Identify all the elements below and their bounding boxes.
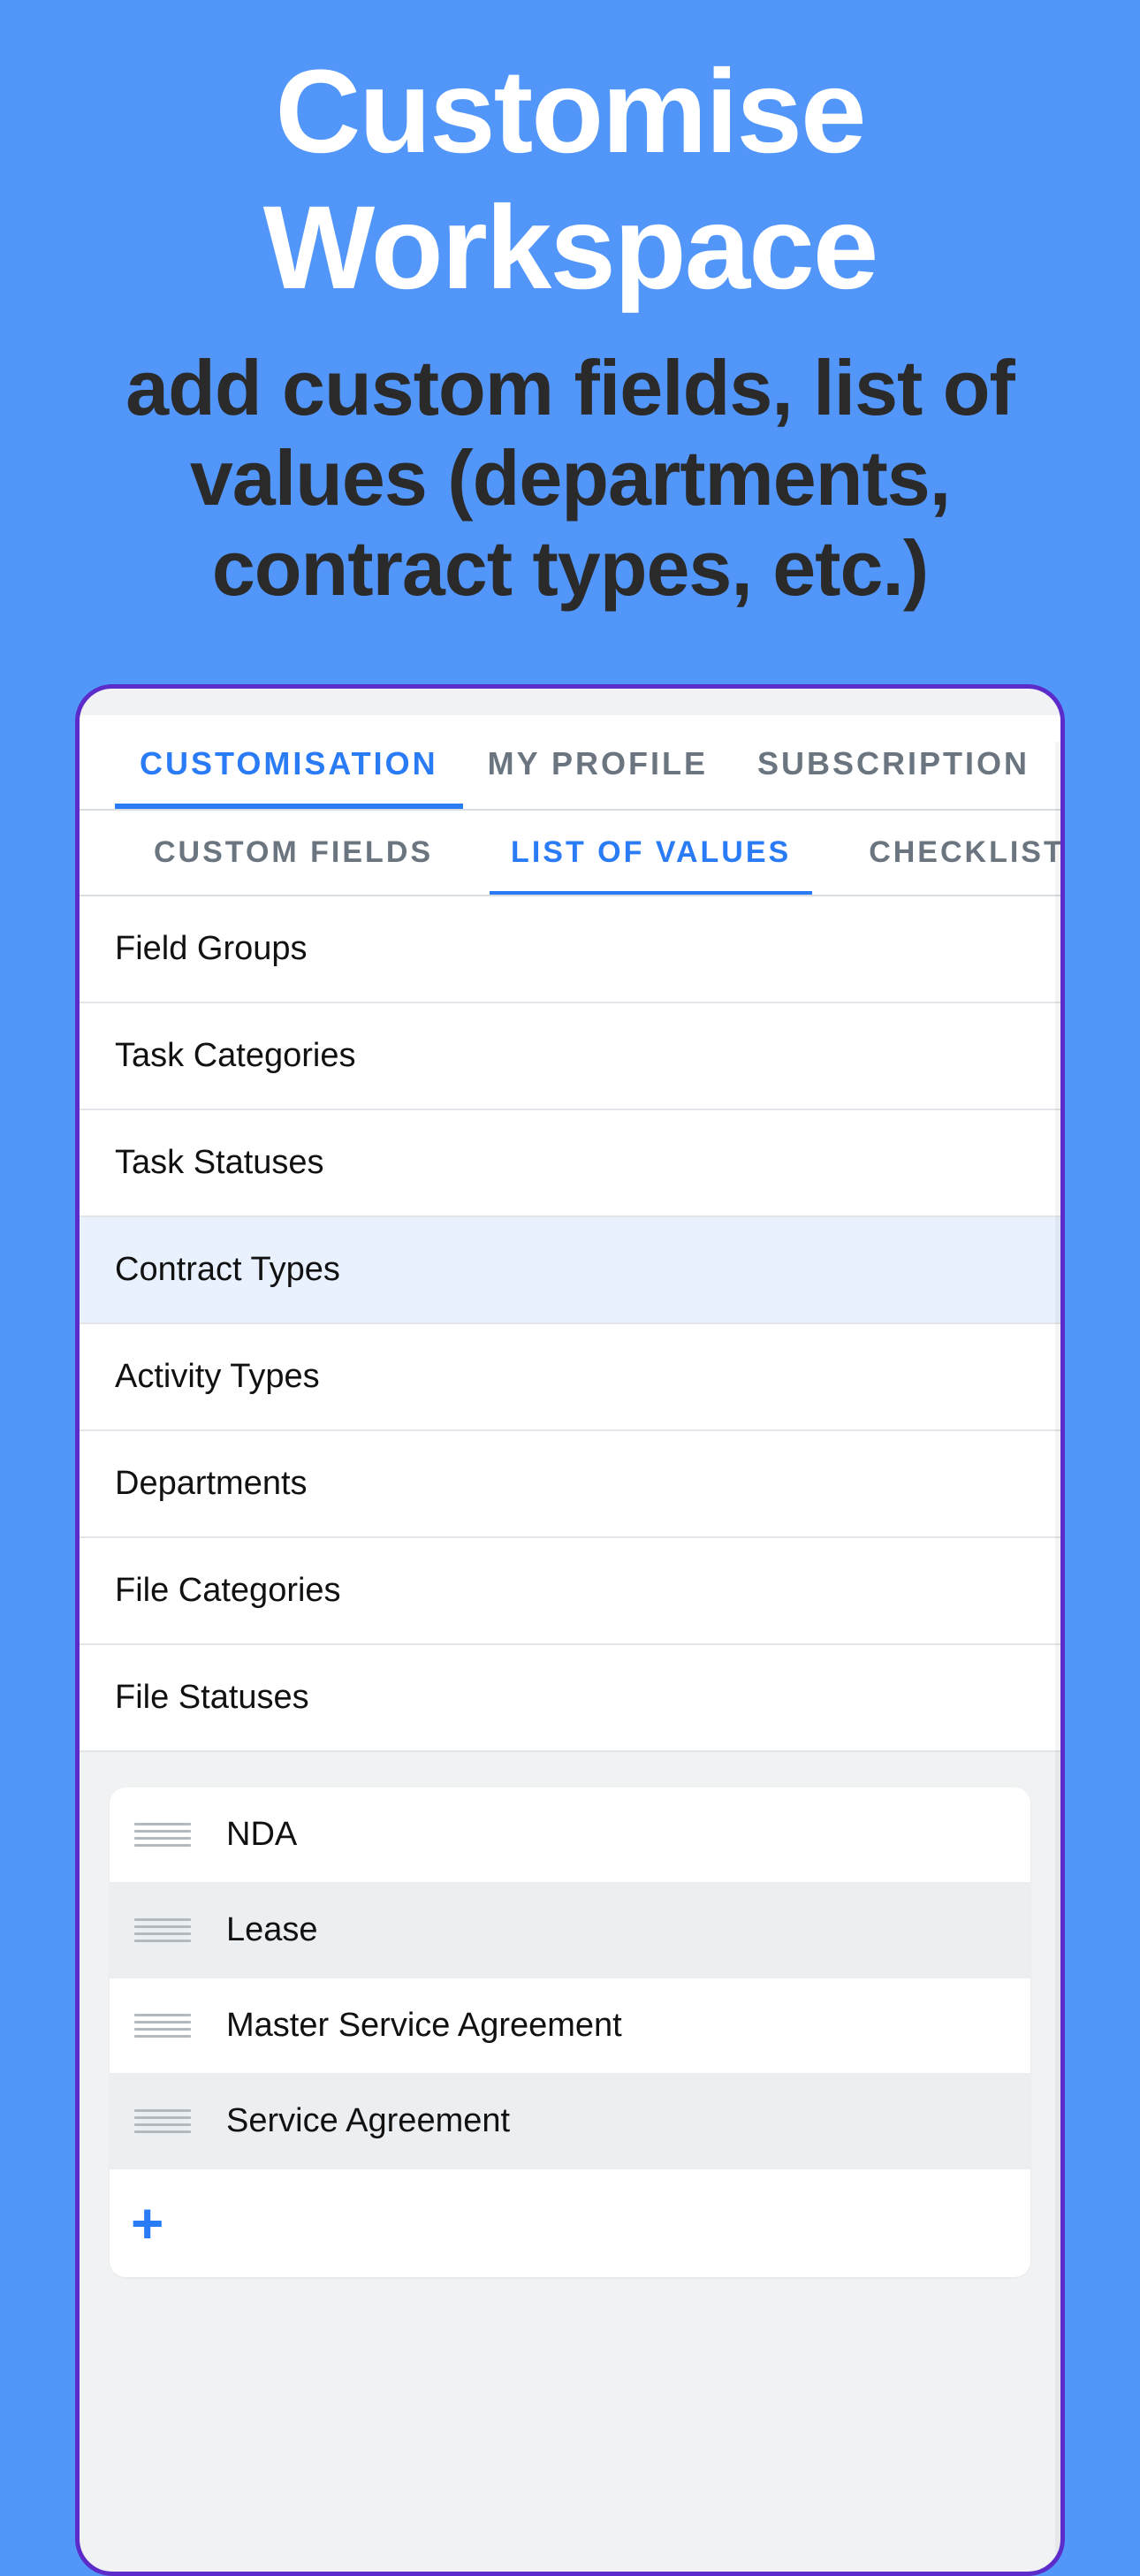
values-card: NDA Lease Master Service Agreement Servi…	[110, 1787, 1030, 2277]
drag-handle-icon[interactable]	[134, 2014, 191, 2038]
list-item-contract-types[interactable]: Contract Types	[80, 1217, 1060, 1324]
value-label: Service Agreement	[226, 2102, 510, 2140]
value-label: NDA	[226, 1816, 297, 1854]
category-list: Field Groups Task Categories Task Status…	[80, 896, 1060, 1752]
tab-my-profile[interactable]: MY PROFILE	[463, 715, 733, 809]
list-item-file-statuses[interactable]: File Statuses	[80, 1645, 1060, 1752]
value-label: Master Service Agreement	[226, 2007, 622, 2045]
drag-handle-icon[interactable]	[134, 1918, 191, 1942]
list-item-field-groups[interactable]: Field Groups	[80, 896, 1060, 1003]
list-item-file-categories[interactable]: File Categories	[80, 1538, 1060, 1645]
add-value-button[interactable]: +	[110, 2169, 1030, 2277]
value-row[interactable]: Master Service Agreement	[110, 1978, 1030, 2074]
device-frame: CUSTOMISATION MY PROFILE SUBSCRIPTION CU…	[75, 684, 1065, 2576]
list-item-label: Task Categories	[115, 1037, 355, 1074]
value-row[interactable]: Service Agreement	[110, 2074, 1030, 2169]
tab-checklist[interactable]: CHECKLIST	[830, 811, 1060, 895]
value-row[interactable]: Lease	[110, 1883, 1030, 1978]
list-item-activity-types[interactable]: Activity Types	[80, 1324, 1060, 1431]
plus-icon: +	[131, 2191, 163, 2255]
tab-customisation[interactable]: CUSTOMISATION	[115, 715, 463, 809]
tab-custom-fields[interactable]: CUSTOM FIELDS	[115, 811, 472, 895]
hero-title: Customise Workspace	[53, 44, 1087, 316]
tab-label: SUBSCRIPTION	[757, 745, 1030, 781]
list-item-label: File Statuses	[115, 1679, 309, 1716]
list-item-label: Activity Types	[115, 1358, 320, 1395]
tab-label: LIST OF VALUES	[511, 835, 791, 869]
tab-label: MY PROFILE	[488, 745, 708, 781]
list-item-label: File Categories	[115, 1572, 341, 1609]
drag-handle-icon[interactable]	[134, 2109, 191, 2133]
app-screen: CUSTOMISATION MY PROFILE SUBSCRIPTION CU…	[80, 715, 1060, 2572]
scroll-indicator	[1055, 742, 1060, 2572]
list-item-departments[interactable]: Departments	[80, 1431, 1060, 1538]
list-item-label: Contract Types	[115, 1251, 340, 1288]
value-row[interactable]: NDA	[110, 1787, 1030, 1883]
tab-label: CUSTOM FIELDS	[154, 835, 433, 869]
primary-tabs: CUSTOMISATION MY PROFILE SUBSCRIPTION	[80, 715, 1060, 811]
tab-label: CHECKLIST	[869, 835, 1060, 869]
list-item-label: Field Groups	[115, 930, 308, 967]
list-item-task-statuses[interactable]: Task Statuses	[80, 1110, 1060, 1217]
hero-subtitle: add custom fields, list of values (depar…	[53, 343, 1087, 614]
hero: Customise Workspace add custom fields, l…	[0, 0, 1140, 684]
list-item-label: Departments	[115, 1465, 308, 1502]
value-label: Lease	[226, 1911, 318, 1949]
tab-subscription[interactable]: SUBSCRIPTION	[733, 715, 1054, 809]
values-panel: NDA Lease Master Service Agreement Servi…	[80, 1752, 1060, 2277]
list-item-task-categories[interactable]: Task Categories	[80, 1003, 1060, 1110]
secondary-tabs: CUSTOM FIELDS LIST OF VALUES CHECKLIST	[80, 811, 1060, 896]
tab-list-of-values[interactable]: LIST OF VALUES	[472, 811, 830, 895]
tab-label: CUSTOMISATION	[140, 745, 438, 781]
drag-handle-icon[interactable]	[134, 1823, 191, 1847]
list-item-label: Task Statuses	[115, 1144, 324, 1181]
